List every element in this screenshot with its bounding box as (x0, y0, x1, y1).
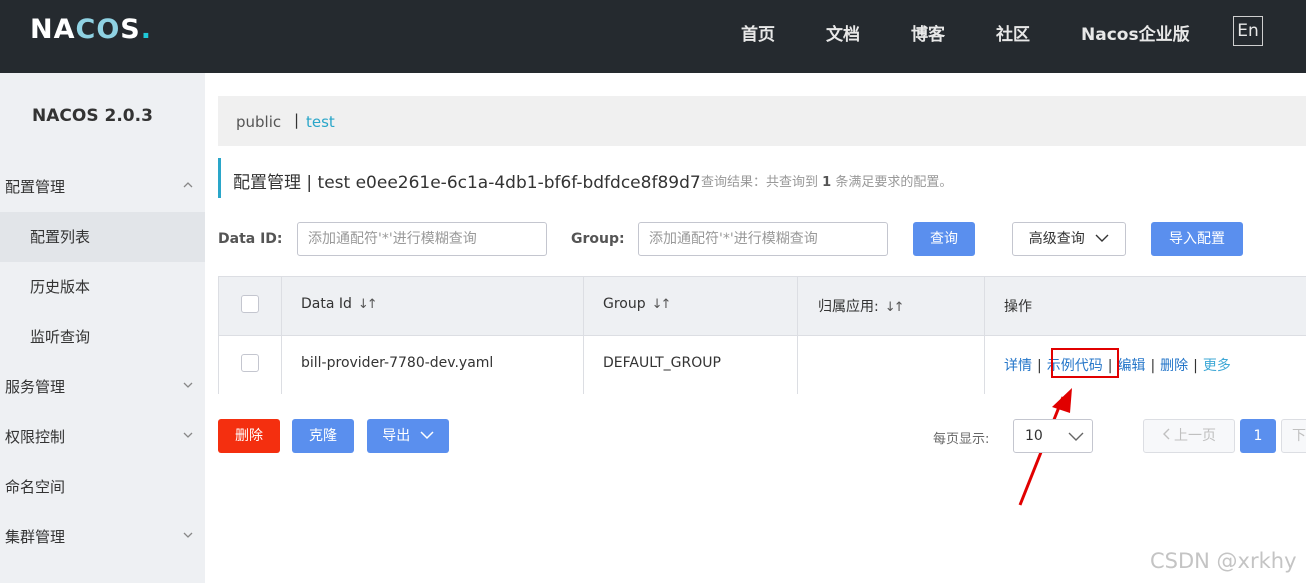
highlight-box (1051, 348, 1119, 378)
column-app[interactable]: 归属应用: ↓↑ (818, 296, 905, 316)
row-checkbox[interactable] (241, 354, 259, 372)
page-title: 配置管理 | test e0ee261e-6c1a-4db1-bf6f-bdfd… (233, 173, 701, 193)
column-divider (984, 277, 985, 394)
column-divider (583, 277, 584, 394)
table-header: Data Id ↓↑ Group ↓↑ 归属应用: ↓↑ 操作 (219, 277, 1306, 335)
sort-icon[interactable]: ↓↑ (652, 297, 672, 312)
chevron-down-icon (183, 532, 193, 538)
group-input[interactable]: 添加通配符'*'进行模糊查询 (638, 222, 888, 256)
details-link[interactable]: 详情 (1004, 358, 1032, 374)
nav-home[interactable]: 首页 (741, 20, 775, 45)
namespace-public[interactable]: public (236, 113, 281, 131)
data-id-input[interactable]: 添加通配符'*'进行模糊查询 (297, 222, 547, 256)
page-size-select[interactable]: 10 (1013, 419, 1093, 453)
group-label: Group: (571, 231, 625, 247)
prev-page-button[interactable]: 上一页 (1143, 419, 1235, 453)
column-data-id[interactable]: Data Id ↓↑ (301, 296, 378, 312)
page-size-label: 每页显示: (933, 432, 990, 447)
config-table: Data Id ↓↑ Group ↓↑ 归属应用: ↓↑ 操作 bill-provid… (218, 276, 1306, 394)
data-id-label: Data ID: (218, 231, 283, 247)
sidebar-item-cluster-management[interactable]: 集群管理 (0, 512, 205, 562)
page-title-bar: 配置管理 | test e0ee261e-6c1a-4db1-bf6f-bdfd… (218, 158, 952, 198)
chevron-down-icon (183, 432, 193, 438)
nacos-logo[interactable]: NACOS. (30, 14, 152, 45)
sidebar-item-history[interactable]: 历史版本 (0, 262, 205, 312)
select-all-checkbox[interactable] (241, 295, 259, 313)
chevron-down-icon (420, 431, 434, 440)
edit-link[interactable]: 编辑 (1117, 358, 1145, 374)
next-page-button[interactable]: 下 (1281, 419, 1306, 453)
query-result-text: 查询结果：共查询到 1 条满足要求的配置。 (701, 175, 953, 190)
cell-group: DEFAULT_GROUP (603, 355, 721, 371)
column-group[interactable]: Group ↓↑ (603, 296, 672, 312)
cell-data-id: bill-provider-7780-dev.yaml (301, 355, 494, 371)
sidebar-item-config-list[interactable]: 配置列表 (0, 212, 205, 262)
namespace-separator: | (294, 111, 300, 129)
sort-icon[interactable]: ↓↑ (885, 300, 905, 315)
namespace-bar: public | test (218, 96, 1306, 146)
clone-button[interactable]: 克隆 (292, 419, 354, 453)
delete-link[interactable]: 删除 (1160, 358, 1188, 374)
nav-enterprise[interactable]: Nacos企业版 (1081, 20, 1190, 45)
delete-button[interactable]: 删除 (218, 419, 280, 453)
chevron-down-icon (1068, 432, 1084, 441)
watermark: CSDN @xrkhy (1150, 549, 1297, 573)
advanced-query-button[interactable]: 高级查询 (1012, 222, 1126, 256)
sort-icon[interactable]: ↓↑ (358, 297, 378, 312)
chevron-down-icon (1095, 234, 1109, 242)
sidebar: NACOS 2.0.3 配置管理 配置列表 历史版本 监听查询 服务管理 权限控… (0, 73, 205, 583)
page-number-1[interactable]: 1 (1240, 419, 1276, 453)
chevron-left-icon (1163, 428, 1170, 440)
namespace-test[interactable]: test (306, 113, 335, 131)
sidebar-item-access-control[interactable]: 权限控制 (0, 412, 205, 462)
table-row: bill-provider-7780-dev.yaml DEFAULT_GROU… (219, 335, 1306, 394)
nav-docs[interactable]: 文档 (826, 20, 860, 45)
sidebar-item-service-management[interactable]: 服务管理 (0, 362, 205, 412)
nav-blog[interactable]: 博客 (911, 20, 945, 45)
column-actions: 操作 (1004, 299, 1032, 315)
nav-community[interactable]: 社区 (996, 20, 1030, 45)
sidebar-brand: NACOS 2.0.3 (32, 106, 153, 126)
chevron-down-icon (183, 382, 193, 388)
sidebar-item-namespace[interactable]: 命名空间 (0, 462, 205, 512)
import-config-button[interactable]: 导入配置 (1151, 222, 1243, 256)
sidebar-item-listener-query[interactable]: 监听查询 (0, 312, 205, 362)
top-navbar: NACOS. 首页 文档 博客 社区 Nacos企业版 En (0, 0, 1306, 73)
query-button[interactable]: 查询 (913, 222, 975, 256)
language-switch[interactable]: En (1233, 16, 1263, 46)
sidebar-item-config-management[interactable]: 配置管理 (0, 162, 205, 212)
column-divider (281, 277, 282, 394)
more-link[interactable]: 更多 (1203, 358, 1231, 374)
column-divider (797, 277, 798, 394)
export-button[interactable]: 导出 (367, 419, 449, 453)
chevron-up-icon (183, 182, 193, 188)
